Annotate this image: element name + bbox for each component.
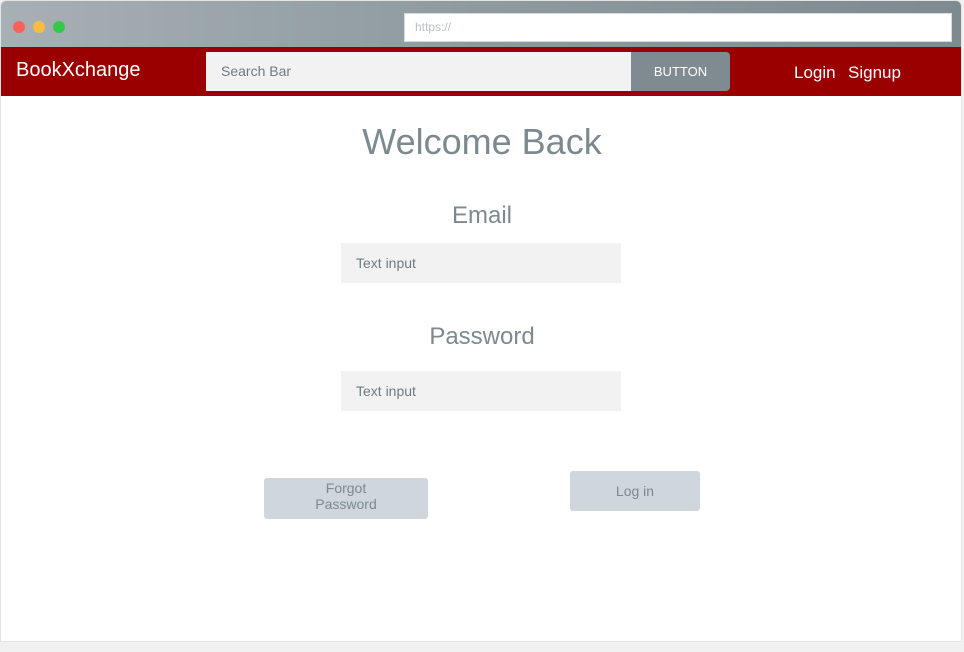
minimize-window-dot[interactable] xyxy=(33,21,45,33)
nav-signup-link[interactable]: Signup xyxy=(848,63,901,83)
password-field[interactable]: Text input xyxy=(341,371,621,411)
forgot-password-button[interactable]: Forgot Password xyxy=(264,478,428,519)
password-label: Password xyxy=(429,323,535,350)
brand-logo[interactable]: BookXchange xyxy=(16,59,141,82)
top-navbar: BookXchange Search Bar BUTTON Login Sign… xyxy=(1,47,961,96)
login-button[interactable]: Log in xyxy=(570,471,700,511)
forgot-password-line2: Password xyxy=(315,496,377,512)
nav-login-link[interactable]: Login xyxy=(794,63,836,83)
browser-window: https:// BookXchange Search Bar BUTTON L… xyxy=(0,0,962,642)
search-input[interactable]: Search Bar xyxy=(206,52,631,91)
browser-chrome: https:// xyxy=(1,1,961,47)
email-field[interactable]: Text input xyxy=(341,243,621,283)
email-label: Email xyxy=(451,202,512,229)
close-window-dot[interactable] xyxy=(13,21,25,33)
forgot-password-line1: Forgot xyxy=(325,480,367,496)
maximize-window-dot[interactable] xyxy=(53,21,65,33)
search-button[interactable]: BUTTON xyxy=(631,52,730,91)
url-bar[interactable]: https:// xyxy=(404,13,952,42)
page-title: Welcome Back xyxy=(362,121,602,162)
